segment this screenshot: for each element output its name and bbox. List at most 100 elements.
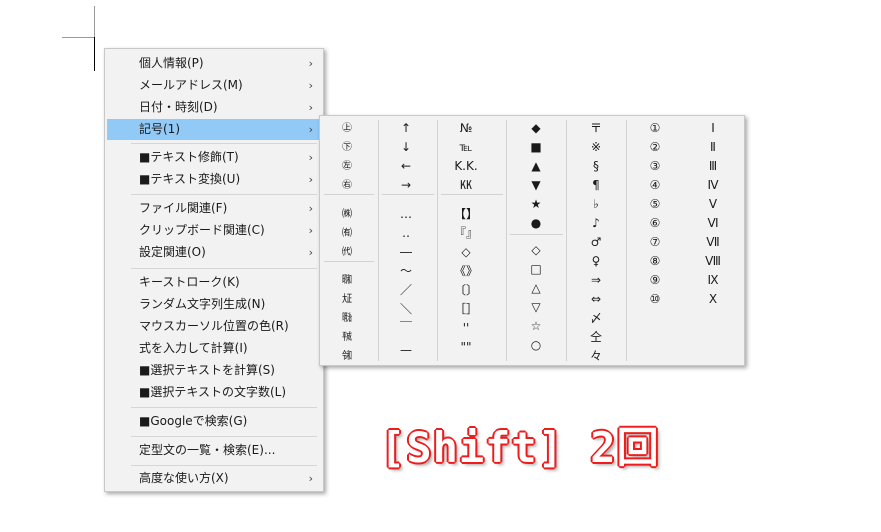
symbol-item[interactable]: … — [386, 205, 426, 224]
symbol-item[interactable]: ★ — [516, 195, 556, 214]
symbol-item[interactable]: ↑ — [386, 119, 426, 138]
symbol-item[interactable]: ▽ — [516, 298, 556, 317]
chevron-right-icon: › — [308, 57, 313, 70]
symbol-item[interactable]: 〔〕 — [446, 281, 486, 300]
symbol-item[interactable]: □ — [516, 260, 556, 279]
menu-item-google-search[interactable]: ■Googleで検索(G) — [107, 411, 321, 432]
symbol-item[interactable]: ⑥ — [635, 214, 675, 233]
symbol-item[interactable]: ¶ — [576, 176, 616, 195]
symbol-item[interactable]: § — [576, 157, 616, 176]
symbol-item[interactable]: ④ — [635, 176, 675, 195]
symbol-item[interactable]: ② — [635, 138, 675, 157]
symbol-item[interactable]: ⑦ — [635, 233, 675, 252]
symbol-item[interactable]: ㊨ — [327, 176, 367, 195]
menu-item-advanced[interactable]: 高度な使い方(X) › — [107, 468, 321, 489]
symbol-item[interactable]: ♀ — [576, 252, 616, 271]
symbol-item[interactable]: ↓ — [386, 138, 426, 157]
symbol-item[interactable]: ㊤ — [327, 119, 367, 138]
symbol-item[interactable]: ／ — [386, 281, 426, 300]
symbol-item[interactable]: ※ — [576, 138, 616, 157]
symbol-item[interactable]: ㍾ — [327, 309, 367, 328]
symbol-item[interactable]: ⇔ — [576, 290, 616, 309]
symbol-item[interactable]: ㊧ — [327, 157, 367, 176]
symbol-item[interactable]: → — [386, 176, 426, 195]
symbol-item[interactable]: '' — [446, 319, 486, 338]
symbol-item[interactable]: ▲ — [516, 157, 556, 176]
symbol-item[interactable]: ㈱ — [327, 205, 367, 224]
menu-item-random-string[interactable]: ランダム文字列生成(N) — [107, 294, 321, 315]
symbol-item[interactable]: △ — [516, 279, 556, 298]
symbol-item[interactable]: 【】 — [446, 205, 486, 224]
symbol-item[interactable]: 《》 — [446, 262, 486, 281]
symbol-item[interactable]: Ⅴ — [693, 195, 733, 214]
menu-item-calc-selection[interactable]: ■選択テキストを計算(S) — [107, 360, 321, 381]
symbol-item[interactable]: ㍻ — [327, 328, 367, 347]
symbol-item[interactable]: ● — [516, 214, 556, 233]
symbol-item[interactable]: ㈲ — [327, 224, 367, 243]
symbol-item[interactable]: Ⅵ — [693, 214, 733, 233]
symbol-item[interactable]: 〒 — [576, 119, 616, 138]
symbol-item[interactable]: ㊦ — [327, 138, 367, 157]
menu-item-calc-input[interactable]: 式を入力して計算(I) — [107, 338, 321, 359]
symbol-item[interactable]: 『』 — [446, 224, 486, 243]
menu-item-keystroke[interactable]: キーストローク(K) — [107, 272, 321, 293]
symbol-item[interactable]: ▼ — [516, 176, 556, 195]
symbol-item[interactable]: Ⅷ — [693, 252, 733, 271]
symbol-item[interactable]: ◇ — [446, 243, 486, 262]
symbol-item[interactable]: Ⅱ — [693, 138, 733, 157]
symbol-item[interactable]: ￣ — [386, 319, 426, 338]
symbol-item[interactable]: "" — [446, 338, 486, 357]
symbol-item[interactable]: Ⅳ — [693, 176, 733, 195]
symbol-item[interactable]: ← — [386, 157, 426, 176]
symbol-item[interactable]: Ⅲ — [693, 157, 733, 176]
symbol-item[interactable]: ☆ — [516, 317, 556, 336]
symbol-item[interactable]: 々 — [576, 347, 616, 366]
symbol-item[interactable]: ㍼ — [327, 271, 367, 290]
menu-item-symbols[interactable]: 記号(1) › — [107, 119, 321, 140]
symbol-item[interactable]: ⑨ — [635, 271, 675, 290]
symbol-item[interactable]: — — [386, 341, 426, 360]
menu-item-settings[interactable]: 設定関連(O) › — [107, 242, 321, 263]
menu-item-char-count[interactable]: ■選択テキストの文字数(L) — [107, 382, 321, 403]
symbol-item[interactable]: ③ — [635, 157, 675, 176]
symbol-item[interactable]: ■ — [516, 138, 556, 157]
symbol-item[interactable]: ♪ — [576, 214, 616, 233]
symbol-item[interactable]: ㏍ — [446, 176, 486, 195]
symbol-item[interactable]: ‥ — [386, 224, 426, 243]
symbol-item[interactable]: ㋿ — [327, 347, 367, 366]
menu-item-personal-info[interactable]: 個人情報(P) › — [107, 53, 321, 74]
menu-item-file[interactable]: ファイル関連(F) › — [107, 198, 321, 219]
symbol-item[interactable]: ［］ — [446, 300, 486, 319]
symbol-item[interactable]: ㈹ — [327, 243, 367, 262]
symbol-item[interactable]: ◆ — [516, 119, 556, 138]
symbol-item[interactable]: ○ — [516, 336, 556, 355]
symbol-item[interactable]: Ⅹ — [693, 290, 733, 309]
symbol-item[interactable]: ♂ — [576, 233, 616, 252]
symbol-item[interactable]: ＼ — [386, 300, 426, 319]
menu-item-template-list[interactable]: 定型文の一覧・検索(E)... — [107, 440, 321, 461]
symbol-item[interactable]: 仝 — [576, 328, 616, 347]
symbol-item[interactable]: ⑤ — [635, 195, 675, 214]
menu-item-email[interactable]: メールアドレス(M) › — [107, 75, 321, 96]
symbol-item[interactable]: ⑧ — [635, 252, 675, 271]
menu-item-text-convert[interactable]: ■テキスト変換(U) › — [107, 169, 321, 190]
symbol-item[interactable]: K.K. — [446, 157, 486, 176]
symbol-item[interactable]: ㍽ — [327, 290, 367, 309]
symbol-item[interactable]: 〆 — [576, 309, 616, 328]
symbol-item[interactable]: ℡ — [446, 138, 486, 157]
symbol-item[interactable]: ◇ — [516, 241, 556, 260]
menu-item-datetime[interactable]: 日付・時刻(D) › — [107, 97, 321, 118]
symbol-item[interactable]: ♭ — [576, 195, 616, 214]
symbol-item[interactable]: 〜 — [386, 262, 426, 281]
symbol-item[interactable]: Ⅶ — [693, 233, 733, 252]
symbol-item[interactable]: ― — [386, 243, 426, 262]
symbol-item[interactable]: ⑩ — [635, 290, 675, 309]
symbol-item[interactable]: Ⅰ — [693, 119, 733, 138]
symbol-item[interactable]: Ⅸ — [693, 271, 733, 290]
menu-item-text-decoration[interactable]: ■テキスト修飾(T) › — [107, 147, 321, 168]
symbol-item[interactable]: ⇒ — [576, 271, 616, 290]
symbol-item[interactable]: № — [446, 119, 486, 138]
symbol-item[interactable]: ① — [635, 119, 675, 138]
menu-item-clipboard[interactable]: クリップボード関連(C) › — [107, 220, 321, 241]
menu-item-cursor-color[interactable]: マウスカーソル位置の色(R) — [107, 316, 321, 337]
